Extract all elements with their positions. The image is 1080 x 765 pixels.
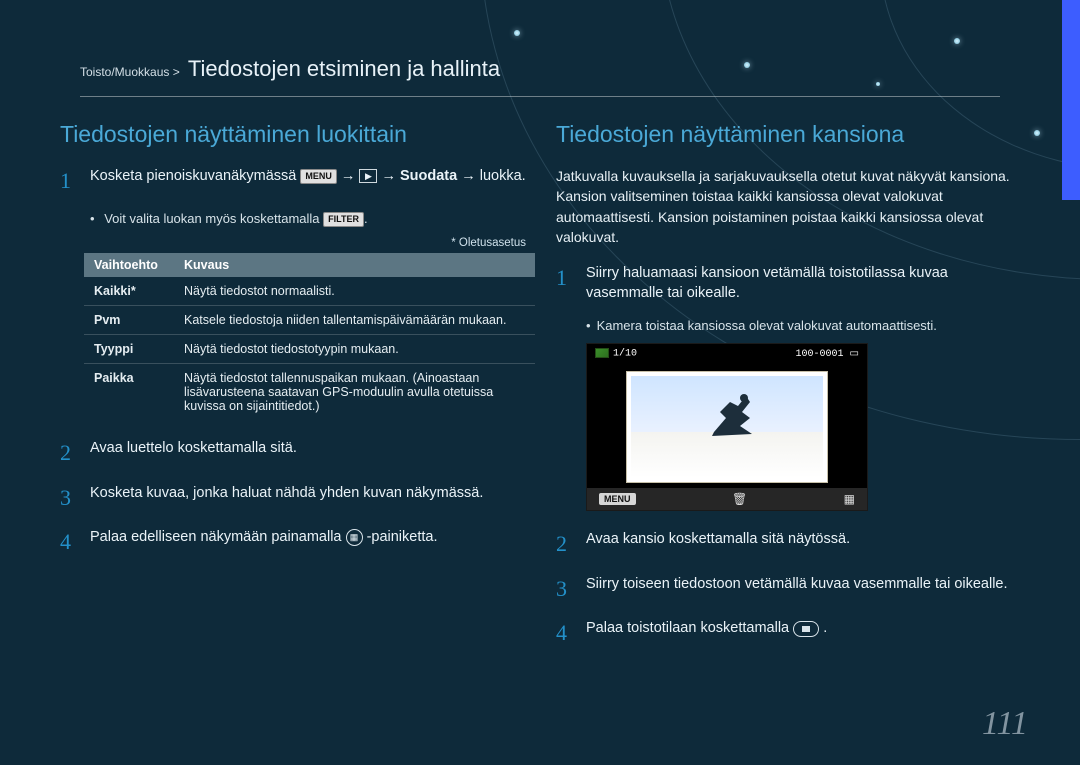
table-row: Paikka Näytä tiedostot tallennuspaikan m…: [84, 363, 535, 420]
step-text: Palaa toistotilaan koskettamalla: [586, 620, 793, 636]
breadcrumb: Toisto/Muokkaus >: [80, 65, 180, 79]
intro-paragraph: Jatkuvalla kuvauksella ja sarjakuvauksel…: [556, 166, 1026, 247]
right-column: Tiedostojen näyttäminen kansiona Jatkuva…: [556, 121, 1026, 663]
option-key: Paikka: [84, 363, 174, 420]
step-1-left: 1 Kosketa pienoiskuvanäkymässä MENU → ▶ …: [60, 166, 530, 197]
option-desc: Näytä tiedostot tiedostotyypin mukaan.: [174, 334, 535, 363]
step-text: Siirry haluamaasi kansioon vetämällä toi…: [586, 263, 1026, 304]
step-number: 3: [556, 574, 572, 605]
step-number: 1: [60, 166, 76, 197]
step-text: .: [823, 620, 827, 636]
default-note: * Oletusasetus: [60, 237, 526, 249]
step-text: Avaa kansio koskettamalla sitä näytössä.: [586, 529, 850, 560]
step-number: 2: [556, 529, 572, 560]
options-table: Vaihtoehto Kuvaus Kaikki* Näytä tiedosto…: [84, 253, 535, 420]
step-text: -painiketta.: [367, 529, 438, 545]
snowboarder-icon: [705, 388, 767, 438]
substep-right-1: Kamera toistaa kansiossa olevat valokuva…: [586, 318, 1026, 333]
option-desc: Näytä tiedostot normaalisti.: [174, 277, 535, 306]
left-column: Tiedostojen näyttäminen luokittain 1 Kos…: [60, 121, 530, 663]
step-3-right: 3 Siirry toiseen tiedostoon vetämällä ku…: [556, 574, 1026, 605]
table-header-desc: Kuvaus: [174, 253, 535, 277]
playback-button-icon: [793, 621, 819, 637]
preview-photo: [627, 372, 827, 482]
option-key: Pvm: [84, 305, 174, 334]
preview-menu-button[interactable]: MENU: [599, 493, 636, 505]
filter-button-icon: FILTER: [323, 212, 364, 227]
substep-left-1: Voit valita luokan myös koskettamalla FI…: [90, 211, 530, 227]
step-text: Avaa luettelo koskettamalla sitä.: [90, 438, 297, 469]
page-edge-marker: [1062, 0, 1080, 200]
table-header-option: Vaihtoehto: [84, 253, 174, 277]
arrow-text: →: [381, 168, 400, 184]
preview-fileno: 100-0001 ▭: [796, 348, 859, 360]
page-title: Tiedostojen etsiminen ja hallinta: [188, 56, 500, 81]
step-2-right: 2 Avaa kansio koskettamalla sitä näytöss…: [556, 529, 1026, 560]
preview-counter: 1/10: [595, 348, 637, 360]
step-number: 1: [556, 263, 572, 304]
step-number: 2: [60, 438, 76, 469]
step-text: → luokka.: [461, 168, 525, 184]
step-3-left: 3 Kosketa kuvaa, jonka haluat nähdä yhde…: [60, 483, 530, 514]
thumbnails-icon[interactable]: ▦: [844, 492, 855, 506]
step-4-right: 4 Palaa toistotilaan koskettamalla .: [556, 618, 1026, 649]
table-row: Tyyppi Näytä tiedostot tiedostotyypin mu…: [84, 334, 535, 363]
step-2-left: 2 Avaa luettelo koskettamalla sitä.: [60, 438, 530, 469]
step-text: Kosketa kuvaa, jonka haluat nähdä yhden …: [90, 483, 483, 514]
arrow-text: →: [341, 168, 360, 184]
step-number: 4: [556, 618, 572, 649]
option-desc: Näytä tiedostot tallennuspaikan mukaan. …: [174, 363, 535, 420]
suodata-label: Suodata: [400, 168, 457, 184]
option-key: Tyyppi: [84, 334, 174, 363]
page-number: 111: [982, 705, 1028, 743]
step-1-right: 1 Siirry haluamaasi kansioon vetämällä t…: [556, 263, 1026, 304]
play-mode-icon: ▶: [359, 169, 377, 183]
step-4-left: 4 Palaa edelliseen näkymään painamalla ▦…: [60, 527, 530, 558]
trash-icon[interactable]: 🗑: [732, 492, 747, 506]
step-text: Palaa edelliseen näkymään painamalla: [90, 529, 346, 545]
section-heading-right: Tiedostojen näyttäminen kansiona: [556, 121, 1026, 148]
table-row: Kaikki* Näytä tiedostot normaalisti.: [84, 277, 535, 306]
substep-text: Voit valita luokan myös koskettamalla: [104, 211, 323, 226]
picture-icon: [595, 348, 609, 358]
section-heading-left: Tiedostojen näyttäminen luokittain: [60, 121, 530, 148]
menu-button-icon: MENU: [300, 169, 337, 184]
back-button-icon: ▦: [346, 529, 363, 546]
step-number: 4: [60, 527, 76, 558]
camera-preview: 1/10 100-0001 ▭ MENU 🗑 ▦: [586, 343, 868, 511]
option-desc: Katsele tiedostoja niiden tallentamispäi…: [174, 305, 535, 334]
preview-bottom-bar: MENU 🗑 ▦: [587, 488, 867, 510]
option-key: Kaikki*: [84, 277, 174, 306]
step-text: Kosketa pienoiskuvanäkymässä: [90, 168, 300, 184]
step-text: Siirry toiseen tiedostoon vetämällä kuva…: [586, 574, 1008, 605]
page-header: Toisto/Muokkaus > Tiedostojen etsiminen …: [0, 0, 1080, 88]
step-number: 3: [60, 483, 76, 514]
table-row: Pvm Katsele tiedostoja niiden tallentami…: [84, 305, 535, 334]
